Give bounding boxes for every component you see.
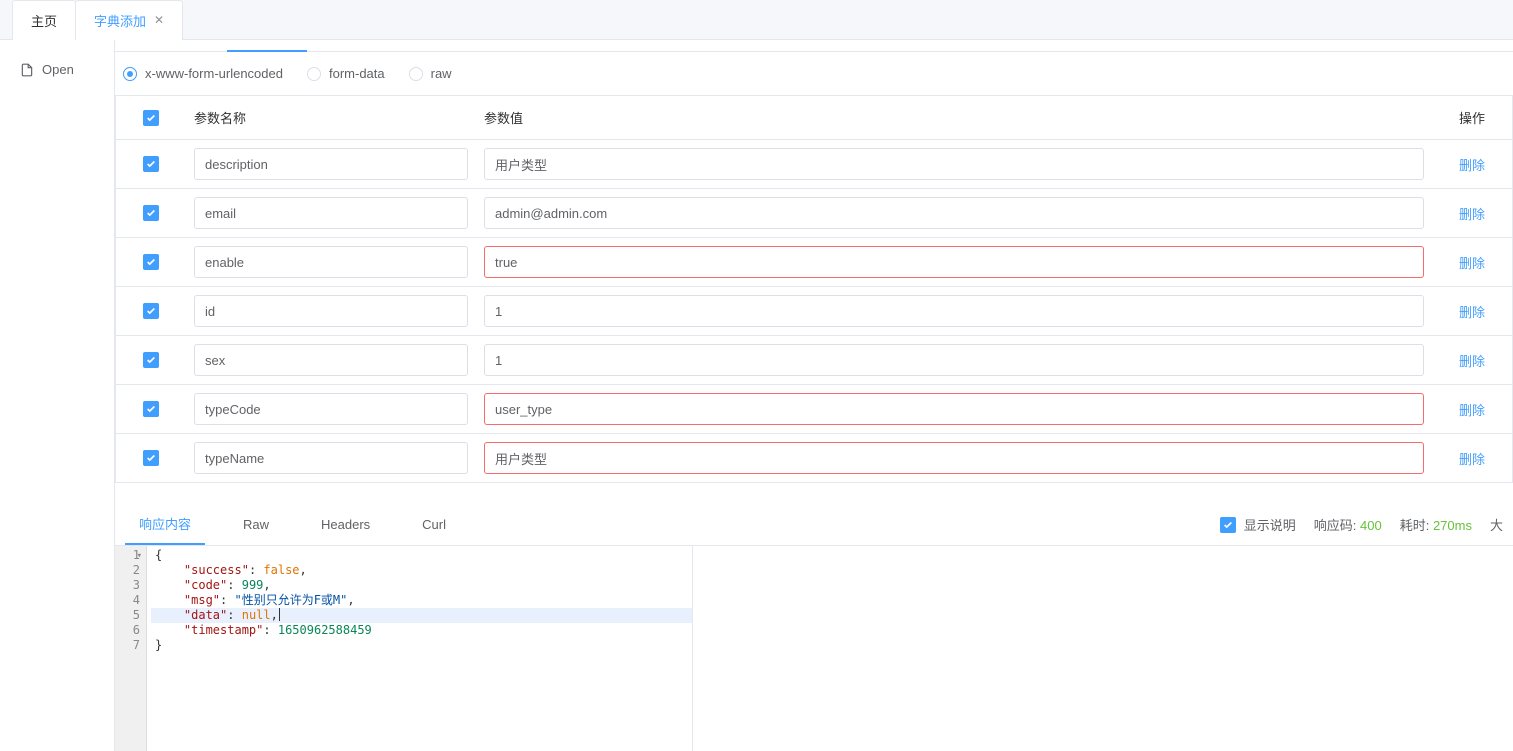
row-checkbox[interactable] — [143, 205, 159, 221]
radio-label: form-data — [329, 66, 385, 81]
radio-icon — [123, 67, 137, 81]
response-meta: 显示说明 响应码: 400 耗时: 270ms 大 — [1220, 515, 1503, 534]
table-row: 删除 — [116, 434, 1512, 483]
active-tab-indicator — [227, 50, 307, 52]
row-checkbox[interactable] — [143, 156, 159, 172]
row-checkbox[interactable] — [143, 450, 159, 466]
param-table: 参数名称 参数值 操作 删除删除删除删除删除删除删除 — [115, 95, 1513, 483]
delete-button[interactable]: 删除 — [1459, 302, 1485, 321]
resp-code-label: 响应码: — [1314, 518, 1357, 533]
table-row: 删除 — [116, 189, 1512, 238]
resp-code-value: 400 — [1360, 518, 1382, 533]
delete-button[interactable]: 删除 — [1459, 351, 1485, 370]
param-value-input[interactable] — [484, 344, 1424, 376]
col-value: 参数值 — [476, 96, 1432, 139]
table-row: 删除 — [116, 238, 1512, 287]
param-name-input[interactable] — [194, 344, 468, 376]
resp-tab-raw[interactable]: Raw — [229, 505, 283, 545]
table-row: 删除 — [116, 287, 1512, 336]
radio-urlencoded[interactable]: x-www-form-urlencoded — [123, 66, 283, 81]
param-value-input[interactable] — [484, 246, 1424, 278]
editor-right-pane — [693, 546, 1513, 751]
delete-button[interactable]: 删除 — [1459, 253, 1485, 272]
sidebar-item-open[interactable]: Open — [0, 56, 114, 83]
param-name-input[interactable] — [194, 148, 468, 180]
resp-tab-curl[interactable]: Curl — [408, 505, 460, 545]
tab-dict-add[interactable]: 字典添加 ✕ — [75, 0, 183, 40]
param-value-input[interactable] — [484, 393, 1424, 425]
editor-gutter: 1▾234567 — [115, 546, 147, 751]
table-row: 删除 — [116, 336, 1512, 385]
param-value-input[interactable] — [484, 148, 1424, 180]
file-icon — [20, 63, 34, 77]
param-value-input[interactable] — [484, 442, 1424, 474]
content-type-radio-group: x-www-form-urlencoded form-data raw — [115, 52, 1513, 95]
row-checkbox[interactable] — [143, 352, 159, 368]
resp-size-label: 大 — [1490, 515, 1503, 534]
param-name-input[interactable] — [194, 295, 468, 327]
resp-time-label: 耗时: — [1400, 518, 1430, 533]
tab-home-label: 主页 — [31, 11, 57, 30]
radio-icon — [307, 67, 321, 81]
delete-button[interactable]: 删除 — [1459, 449, 1485, 468]
param-name-input[interactable] — [194, 197, 468, 229]
param-value-input[interactable] — [484, 295, 1424, 327]
resp-time-value: 270ms — [1433, 518, 1472, 533]
row-checkbox[interactable] — [143, 254, 159, 270]
editor-code-area[interactable]: { "success": false, "code": 999, "msg": … — [147, 546, 692, 751]
radio-icon — [409, 67, 423, 81]
row-checkbox[interactable] — [143, 303, 159, 319]
resp-tab-headers[interactable]: Headers — [307, 505, 384, 545]
tab-dict-add-label: 字典添加 — [94, 11, 146, 30]
delete-button[interactable]: 删除 — [1459, 400, 1485, 419]
param-name-input[interactable] — [194, 393, 468, 425]
delete-button[interactable]: 删除 — [1459, 204, 1485, 223]
radio-label: x-www-form-urlencoded — [145, 66, 283, 81]
table-row: 删除 — [116, 385, 1512, 434]
col-action: 操作 — [1432, 96, 1512, 139]
sub-tab-bar — [115, 40, 1513, 52]
radio-label: raw — [431, 66, 452, 81]
show-desc-checkbox[interactable] — [1220, 517, 1236, 533]
show-desc-label: 显示说明 — [1244, 515, 1296, 534]
resp-tab-body[interactable]: 响应内容 — [125, 505, 205, 545]
response-editor: 1▾234567 { "success": false, "code": 999… — [115, 545, 1513, 751]
param-table-header: 参数名称 参数值 操作 — [116, 96, 1512, 140]
param-value-input[interactable] — [484, 197, 1424, 229]
select-all-checkbox[interactable] — [143, 110, 159, 126]
delete-button[interactable]: 删除 — [1459, 155, 1485, 174]
table-row: 删除 — [116, 140, 1512, 189]
col-name: 参数名称 — [186, 96, 476, 139]
main: x-www-form-urlencoded form-data raw — [115, 40, 1513, 751]
tab-home[interactable]: 主页 — [12, 0, 76, 40]
sidebar: Open — [0, 40, 115, 751]
param-name-input[interactable] — [194, 246, 468, 278]
param-name-input[interactable] — [194, 442, 468, 474]
sidebar-item-label: Open — [42, 62, 74, 77]
close-icon[interactable]: ✕ — [154, 13, 164, 27]
response-tabs: 响应内容 Raw Headers Curl 显示说明 响应码 — [115, 505, 1513, 545]
row-checkbox[interactable] — [143, 401, 159, 417]
radio-form-data[interactable]: form-data — [307, 66, 385, 81]
top-tabs: 主页 字典添加 ✕ — [0, 0, 1513, 40]
radio-raw[interactable]: raw — [409, 66, 452, 81]
